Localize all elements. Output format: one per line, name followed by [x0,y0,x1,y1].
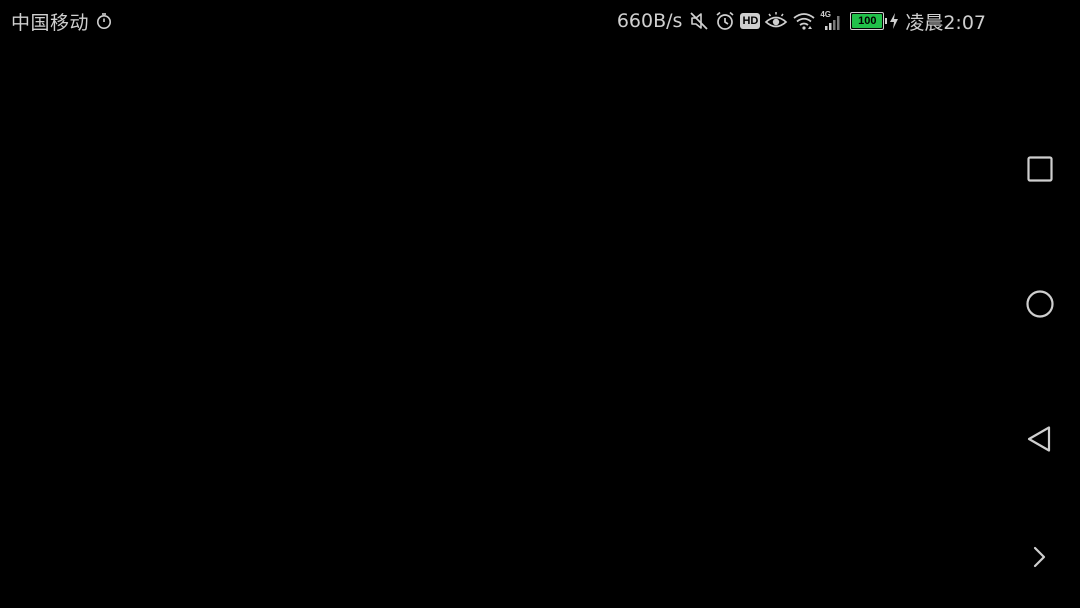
triangle-back-icon [1027,426,1051,452]
status-left: 中国移动 [11,9,115,34]
battery-tip [885,18,888,24]
status-bar: 中国移动 660B/s HD 4G 100 凌晨2:07 [0,0,1000,42]
charging-icon [889,12,899,30]
status-right: 660B/s HD 4G 100 凌晨2:07 [616,9,986,34]
recent-apps-button[interactable] [1020,149,1060,189]
chevron-right-icon [1033,546,1046,568]
cellular-signal-icon: 4G [820,10,842,32]
clock: 凌晨2:07 [905,11,986,34]
hd-badge: HD [740,13,761,29]
circle-icon [1026,290,1054,318]
home-button[interactable] [1020,284,1060,324]
navigation-bar [1000,42,1080,608]
back-button[interactable] [1020,419,1060,459]
battery-body: 100 [850,12,885,30]
mute-icon [688,10,710,32]
alarm-icon [714,10,736,32]
square-icon [1027,156,1053,182]
screen: 中国移动 660B/s HD 4G 100 凌晨2:07 [0,0,1080,608]
hd-icon: HD [740,13,761,29]
eye-comfort-icon [764,10,788,32]
battery-icon: 100 [850,12,888,30]
stopwatch-icon [95,12,113,30]
battery-level: 100 [858,15,877,27]
wifi-icon [792,10,816,32]
network-speed: 660B/s [616,10,683,32]
carrier-name: 中国移动 [11,11,90,34]
expand-button[interactable] [1020,537,1060,577]
